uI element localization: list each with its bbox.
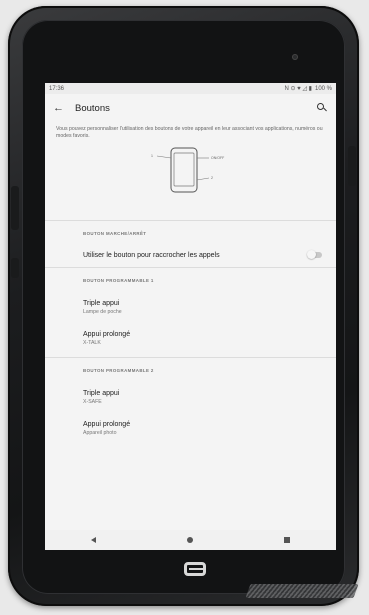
intro-text: Vous pouvez personnaliser l'utilisation … [56, 126, 323, 139]
power-button [348, 146, 356, 186]
grip-texture [245, 584, 359, 598]
prog2-triple-value: X-SAFE [83, 399, 102, 405]
prog2-long-value: Appareil photo [83, 430, 117, 436]
front-camera [292, 54, 298, 60]
label-button-1: 1 [151, 154, 153, 158]
label-button-2: 2 [211, 176, 213, 180]
prog2-triple-title: Triple appui [83, 390, 120, 397]
prog1-triple-press-item[interactable]: Triple appui Lampe de poche [45, 290, 336, 321]
label-power: ON/OFF [211, 156, 224, 160]
programmable-button-2 [11, 258, 19, 278]
end-call-toggle-label: Utiliser le bouton pour raccrocher les a… [83, 251, 220, 259]
prog1-triple-title: Triple appui [83, 300, 120, 307]
section-header-prog2: BOUTON PROGRAMMABLE 2 [83, 368, 154, 373]
tablet-diagram-icon: 1 ON/OFF 2 [151, 147, 224, 193]
back-arrow-icon[interactable]: ← [53, 102, 75, 114]
prog2-long-press-item[interactable]: Appui prolongé Appareil photo [45, 411, 336, 447]
nav-back-icon[interactable] [90, 537, 96, 543]
prog1-triple-value: Lampe de poche [83, 309, 122, 315]
status-time: 17:36 [49, 85, 65, 92]
status-icons: N ⊙ ♥ ◿ ▮ 100 % [284, 85, 332, 93]
status-icon-group: N ⊙ ♥ ◿ ▮ [284, 86, 312, 92]
page-title: Boutons [75, 102, 110, 114]
status-bar: 17:36 N ⊙ ♥ ◿ ▮ 100 % [45, 83, 336, 94]
screen: 17:36 N ⊙ ♥ ◿ ▮ 100 % ← Boutons Vous pou… [45, 83, 336, 550]
device-illustration: 1 ON/OFF 2 [45, 140, 336, 220]
section-header-power: BOUTON MARCHE/ARRÊT [83, 231, 147, 236]
prog2-long-title: Appui prolongé [83, 421, 131, 428]
battery-level: 100 % [314, 85, 332, 92]
prog1-long-title: Appui prolongé [83, 331, 131, 338]
prog2-triple-press-item[interactable]: Triple appui X-SAFE [45, 380, 336, 411]
nav-recents-icon[interactable] [284, 537, 291, 543]
brand-logo [184, 562, 206, 576]
app-bar: ← Boutons [45, 94, 336, 122]
end-call-toggle[interactable] [307, 250, 322, 259]
prog1-long-value: X-TALK [83, 340, 101, 346]
nav-home-icon[interactable] [186, 537, 193, 543]
prog1-long-press-item[interactable]: Appui prolongé X-TALK [45, 321, 336, 357]
end-call-toggle-row[interactable]: Utiliser le bouton pour raccrocher les a… [45, 243, 336, 267]
section-header-prog1: BOUTON PROGRAMMABLE 1 [83, 278, 154, 283]
search-icon[interactable] [316, 102, 328, 114]
navigation-bar [45, 530, 336, 550]
programmable-button-1 [11, 186, 19, 230]
